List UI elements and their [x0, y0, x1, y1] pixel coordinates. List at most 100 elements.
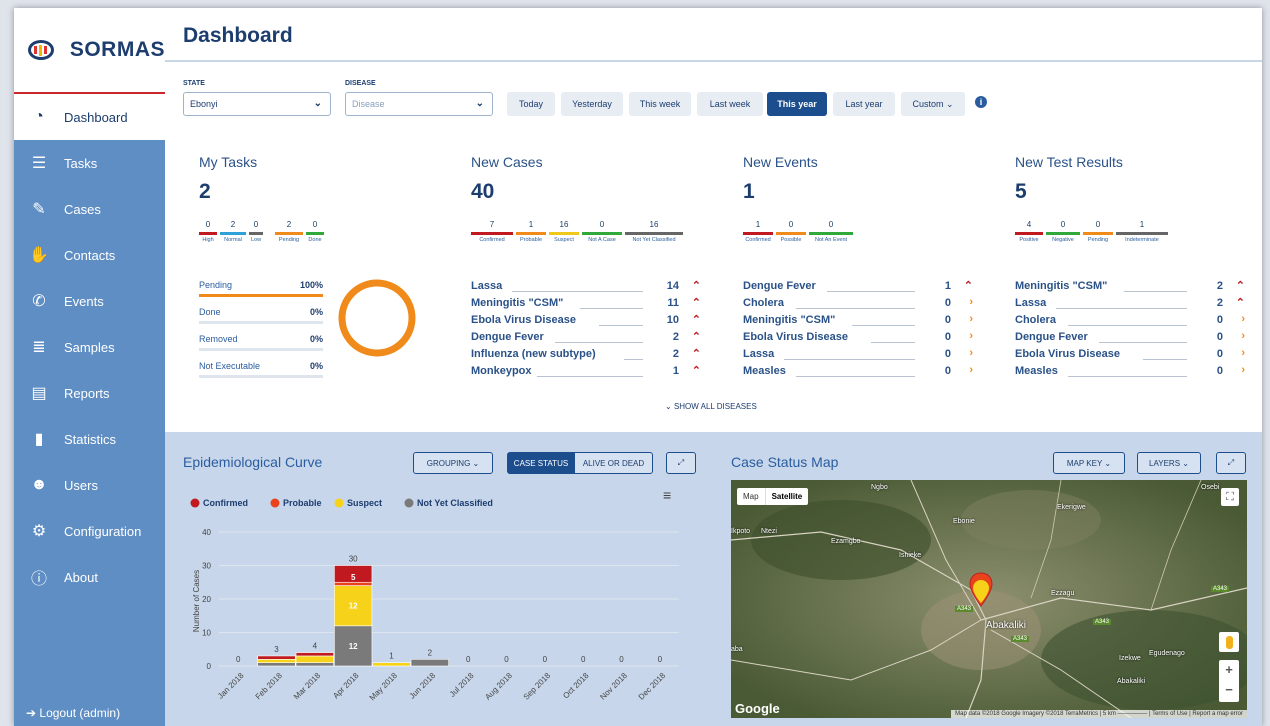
breakdown-count: 0	[788, 220, 794, 229]
sidebar-item-label: Events	[64, 293, 104, 309]
disease-row[interactable]: Influenza (new subtype) 2 ⌃	[471, 348, 701, 365]
bar-segment[interactable]	[257, 662, 296, 667]
breakdown-bar	[199, 232, 217, 235]
period-button[interactable]: Last week	[697, 92, 763, 116]
sidebar-item-label: Dashboard	[64, 109, 128, 125]
sidebar-item-about[interactable]: ⓘ About	[14, 554, 165, 600]
bar-segment[interactable]	[257, 659, 296, 663]
map-attribution[interactable]: Map data ©2018 Google Imagery ©2018 Terr…	[951, 710, 1247, 718]
sidebar-item-events[interactable]: ✆ Events	[14, 278, 165, 324]
disease-row[interactable]: Dengue Fever 0 ›	[1015, 330, 1245, 348]
stat-breakdown: 0 High	[199, 220, 217, 243]
disease-row[interactable]: Meningitis "CSM" 0 ›	[743, 313, 973, 331]
case-status-button[interactable]: CASE STATUS	[507, 452, 575, 474]
map-key-button[interactable]: MAP KEY ⌄	[1053, 452, 1125, 474]
zoom-in-button[interactable]: +	[1219, 660, 1239, 680]
stat-title: New Events	[743, 154, 818, 170]
disease-row[interactable]: Meningitis "CSM" 11 ⌃	[471, 297, 701, 314]
bar-segment[interactable]	[334, 581, 373, 586]
hand-icon: ✋	[29, 247, 49, 264]
show-all-diseases-button[interactable]: ⌄ SHOW ALL DISEASES	[665, 402, 757, 411]
logout-link[interactable]: ➔ Logout (admin)	[26, 706, 120, 720]
map-tab-satellite[interactable]: Satellite	[764, 488, 809, 505]
disease-row[interactable]: Meningitis "CSM" 2 ⌃	[1015, 280, 1245, 297]
case-marker-icon[interactable]	[969, 572, 993, 608]
disease-row[interactable]: Dengue Fever 2 ⌃	[471, 331, 701, 348]
sidebar-item-dashboard[interactable]: ◔ Dashboard	[14, 94, 165, 140]
task-progress-percent: 0%	[309, 307, 323, 317]
x-tick-label: Apr 2018	[331, 671, 361, 701]
bar-segment[interactable]	[410, 659, 449, 667]
legend-item[interactable]: Probable	[270, 498, 322, 508]
trend-up-icon: ⌃	[1235, 280, 1245, 292]
breakdown-bar	[220, 232, 246, 235]
logo[interactable]: SORMAS	[14, 8, 165, 94]
disease-name: Meningitis "CSM"	[743, 314, 836, 326]
state-value: Ebonyi	[190, 99, 218, 109]
bar-segment[interactable]	[372, 662, 411, 667]
map-tab-map[interactable]: Map	[737, 488, 765, 505]
disease-row[interactable]: Lassa 14 ⌃	[471, 280, 701, 297]
info-icon[interactable]: i	[975, 96, 987, 108]
sidebar-item-users[interactable]: ☻ Users	[14, 462, 165, 508]
bar-segment[interactable]	[295, 655, 334, 663]
legend-item[interactable]: Suspect	[334, 498, 383, 508]
chevron-down-icon: ⌄	[313, 98, 322, 109]
row-divider	[1124, 291, 1187, 292]
sidebar-item-label: Users	[64, 477, 98, 493]
disease-row[interactable]: Ebola Virus Disease 0 ›	[1015, 347, 1245, 365]
disease-row[interactable]: Cholera 0 ›	[1015, 313, 1245, 331]
sidebar-item-tasks[interactable]: ☰ Tasks	[14, 140, 165, 186]
sidebar-item-contacts[interactable]: ✋ Contacts	[14, 232, 165, 278]
map-place-label: Ishieke	[899, 552, 922, 559]
layers-button[interactable]: LAYERS ⌄	[1137, 452, 1201, 474]
sidebar-item-samples[interactable]: ≣ Samples	[14, 324, 165, 370]
legend-item[interactable]: Confirmed	[190, 498, 249, 508]
disease-count: 0	[1216, 331, 1223, 343]
disease-row[interactable]: Ebola Virus Disease 0 ›	[743, 330, 973, 348]
period-button[interactable]: This year	[767, 92, 827, 116]
disease-row[interactable]: Monkeypox 1 ⌃	[471, 365, 701, 382]
bar-segment[interactable]	[257, 655, 296, 660]
legend-item[interactable]: Not Yet Classified	[404, 498, 493, 508]
disease-row[interactable]: Lassa 2 ⌃	[1015, 297, 1245, 314]
breakdown-count: 1	[1139, 220, 1145, 229]
expand-icon[interactable]: ⤢	[1216, 452, 1246, 474]
grouping-button[interactable]: GROUPING ⌄	[413, 452, 493, 474]
fullscreen-icon[interactable]: ⛶	[1221, 488, 1239, 506]
bar-segment-label: 5	[351, 573, 356, 582]
state-select[interactable]: Ebonyi ⌄	[183, 92, 331, 116]
disease-row[interactable]: Dengue Fever 1 ⌃	[743, 280, 973, 297]
sidebar-item-cases[interactable]: ✎ Cases	[14, 186, 165, 232]
sidebar-item-configuration[interactable]: ⚙ Configuration	[14, 508, 165, 554]
street-view-pegman-icon[interactable]	[1219, 632, 1239, 652]
period-button[interactable]: Today	[507, 92, 555, 116]
period-button[interactable]: Yesterday	[561, 92, 623, 116]
period-button[interactable]: This week	[629, 92, 691, 116]
disease-row[interactable]: Measles 0 ›	[743, 364, 973, 382]
disease-row[interactable]: Cholera 0 ›	[743, 296, 973, 314]
bar-segment[interactable]	[295, 662, 334, 667]
case-status-map[interactable]: Ngbo Ekerigwe Ebonie Ezamgbo Ishieke Ntezi Ezz…	[731, 480, 1247, 718]
sidebar-item-statistics[interactable]: ▮ Statistics	[14, 416, 165, 462]
expand-icon[interactable]: ⤢	[666, 452, 696, 474]
breakdown-label: Probable	[519, 237, 543, 243]
disease-row[interactable]: Ebola Virus Disease 10 ⌃	[471, 314, 701, 331]
show-all-label: SHOW ALL DISEASES	[673, 402, 757, 411]
legend-dot	[270, 498, 280, 508]
chart-menu-icon[interactable]: ≡	[663, 487, 671, 503]
period-button[interactable]: Last year	[833, 92, 895, 116]
alive-or-dead-button[interactable]: ALIVE OR DEAD	[574, 452, 653, 474]
sidebar-item-reports[interactable]: ▤ Reports	[14, 370, 165, 416]
disease-row[interactable]: Measles 0 ›	[1015, 364, 1245, 382]
bar-chart-icon: ▮	[34, 431, 44, 448]
zoom-out-button[interactable]: −	[1219, 680, 1239, 700]
disease-row[interactable]: Lassa 0 ›	[743, 347, 973, 365]
period-button[interactable]: Custom ⌄	[901, 92, 965, 116]
disease-count: 2	[672, 331, 679, 343]
disease-select[interactable]: Disease ⌄	[345, 92, 493, 116]
sormas-logo-icon	[28, 40, 54, 60]
task-progress-track	[199, 348, 323, 351]
bar-segment[interactable]	[295, 652, 334, 657]
task-progress-track	[199, 294, 323, 297]
